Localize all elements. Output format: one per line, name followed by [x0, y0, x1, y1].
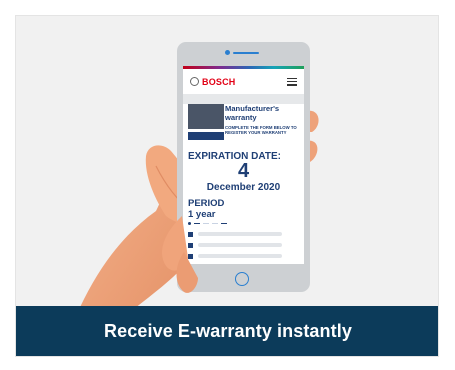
phone-in-hand-illustration: BOSCH Manufacturer's warranty COMPLETE T… — [16, 16, 438, 316]
caption-text: Receive E-warranty instantly — [104, 320, 352, 341]
hand-fingers-illustration — [161, 216, 198, 293]
promo-card: BOSCH Manufacturer's warranty COMPLETE T… — [15, 15, 439, 357]
caption-banner: Receive E-warranty instantly — [16, 306, 438, 356]
